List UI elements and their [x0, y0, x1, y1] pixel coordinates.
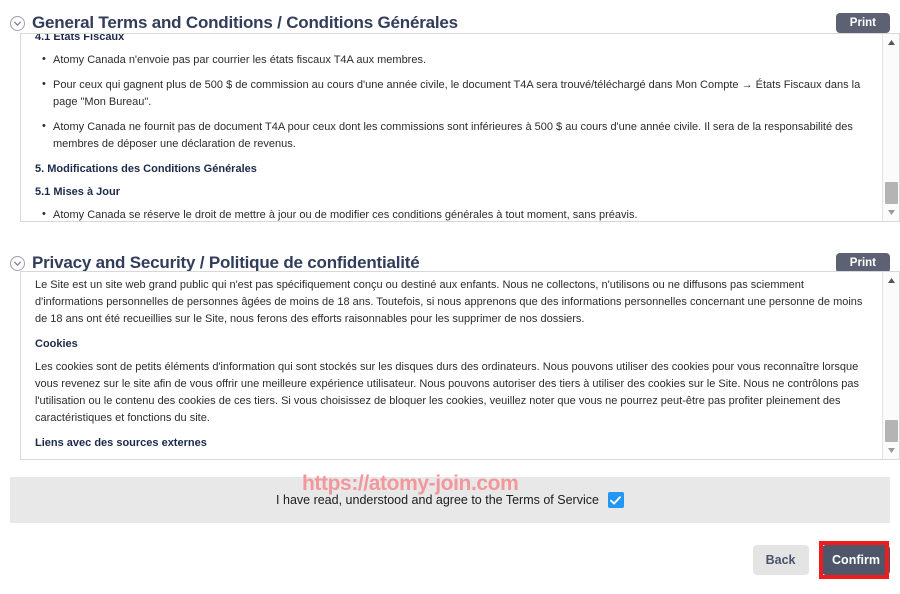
terms-and-conditions-page: General Terms and Conditions / Condition… [0, 0, 900, 594]
privacy-intro-paragraph: Le Site est un site web grand public qui… [35, 279, 863, 326]
list-item: Atomy Canada se réserve le droit de mett… [42, 206, 868, 221]
list-item: Atomy Canada n'envoie pas par courrier l… [42, 51, 868, 69]
section-5-1-heading: 5.1 Mises à Jour [35, 186, 120, 199]
general-terms-text: 4.1 États Fiscaux Atomy Canada n'envoie … [21, 33, 882, 221]
external-links-paragraph: Le Site peut contenir des liens vers des… [35, 458, 868, 459]
confirm-button[interactable]: Confirm [822, 545, 890, 575]
general-terms-title: General Terms and Conditions / Condition… [32, 13, 458, 32]
agreement-label: I have read, understood and agree to the… [276, 493, 599, 507]
section-5-heading: 5. Modifications des Conditions Générale… [35, 163, 257, 176]
general-terms-bullet-list-1: Atomy Canada n'envoie pas par courrier l… [35, 51, 868, 153]
external-links-heading: Liens avec des sources externes [35, 437, 207, 450]
privacy-security-scroll-panel[interactable]: Le Site est un site web grand public qui… [20, 271, 900, 460]
privacy-security-text: Le Site est un site web grand public qui… [21, 272, 882, 459]
footer-actions: Back Confirm [752, 545, 890, 575]
privacy-security-title: Privacy and Security / Politique de conf… [32, 253, 420, 272]
list-item: Atomy Canada ne fournit pas de document … [42, 118, 868, 153]
back-button[interactable]: Back [752, 545, 809, 575]
cookies-paragraph: Les cookies sont de petits éléments d'in… [35, 361, 860, 425]
print-button-general-terms[interactable]: Print [835, 13, 890, 33]
scrollbar-down-arrow-icon[interactable] [883, 442, 899, 459]
cookies-heading: Cookies [35, 338, 78, 351]
general-terms-bullet-list-2: Atomy Canada se réserve le droit de mett… [35, 206, 868, 221]
section-4-1-heading: 4.1 États Fiscaux [35, 33, 125, 43]
list-item: Pour ceux qui gagnent plus de 500 $ de c… [42, 76, 868, 111]
chevron-down-circle-icon[interactable] [10, 15, 25, 31]
general-terms-scrollbar[interactable] [882, 34, 899, 221]
chevron-down-circle-icon[interactable] [10, 255, 25, 271]
scrollbar-up-arrow-icon[interactable] [883, 272, 899, 289]
general-terms-scroll-panel[interactable]: 4.1 États Fiscaux Atomy Canada n'envoie … [20, 33, 900, 222]
scrollbar-thumb[interactable] [885, 420, 898, 442]
scrollbar-up-arrow-icon[interactable] [883, 34, 899, 51]
agreement-checkbox[interactable] [607, 492, 624, 508]
print-button-privacy-security[interactable]: Print [835, 253, 890, 273]
agreement-bar: I have read, understood and agree to the… [10, 477, 890, 523]
privacy-security-scrollbar[interactable] [882, 272, 899, 459]
scrollbar-down-arrow-icon[interactable] [883, 204, 899, 221]
scrollbar-thumb[interactable] [885, 182, 898, 204]
